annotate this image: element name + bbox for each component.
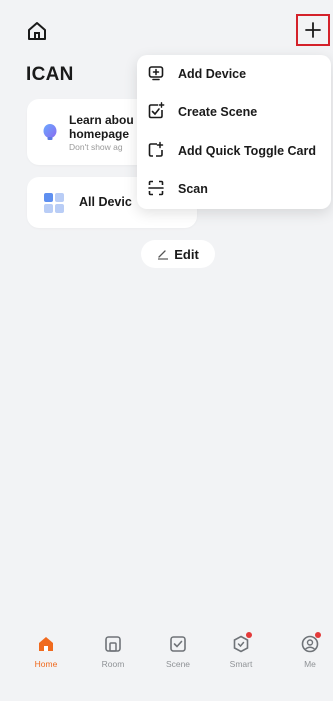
tab-label: Me: [304, 659, 316, 669]
menu-item-create-scene[interactable]: Create Scene: [137, 93, 331, 131]
lightbulb-icon: [43, 124, 57, 140]
learn-card-hint[interactable]: Don't show ag: [69, 142, 123, 152]
tab-me[interactable]: Me: [285, 632, 333, 669]
create-scene-icon: [148, 102, 165, 119]
device-grid-icon: [44, 193, 64, 213]
smart-badge-dot: [246, 632, 252, 638]
menu-item-scan[interactable]: Scan: [137, 170, 331, 208]
tab-label: Room: [101, 659, 125, 669]
edit-label: Edit: [174, 246, 199, 262]
learn-card-title-line2: homepage: [69, 127, 130, 141]
menu-item-label: Add Device: [178, 67, 247, 81]
scan-icon: [148, 180, 164, 196]
menu-item-label: Add Quick Toggle Card: [178, 144, 316, 158]
me-tab-icon: [300, 632, 321, 654]
home-tab-icon: [36, 634, 56, 654]
edit-button[interactable]: Edit: [141, 240, 215, 268]
tab-room[interactable]: Room: [88, 634, 138, 669]
menu-item-add-device[interactable]: Add Device: [137, 55, 331, 93]
all-devices-label: All Devic: [79, 195, 132, 209]
me-badge-dot: [315, 632, 321, 638]
pencil-icon: [158, 250, 169, 260]
scene-tab-icon: [168, 634, 188, 654]
room-tab-icon: [103, 634, 123, 654]
tab-scene[interactable]: Scene: [153, 634, 203, 669]
add-menu: Add Device Create Scene Add Quick Toggle…: [137, 55, 331, 209]
smart-tab-icon: [231, 632, 252, 654]
tab-label: Scene: [165, 659, 191, 669]
menu-item-add-quick-toggle-card[interactable]: Add Quick Toggle Card: [137, 132, 331, 170]
tab-label: Home: [34, 659, 58, 669]
page-title: ICAN: [26, 64, 74, 85]
quick-toggle-card-icon: [148, 141, 164, 157]
tab-label: Smart: [229, 659, 253, 669]
menu-item-label: Scan: [178, 182, 208, 196]
tab-home[interactable]: Home: [21, 634, 71, 669]
plus-icon: [305, 22, 321, 38]
home-icon[interactable]: [26, 20, 48, 42]
menu-item-label: Create Scene: [178, 105, 258, 119]
tab-smart[interactable]: Smart: [216, 632, 266, 669]
add-device-icon: [148, 66, 164, 81]
learn-card-title-line1: Learn abou: [69, 113, 134, 127]
add-button[interactable]: [296, 14, 330, 46]
